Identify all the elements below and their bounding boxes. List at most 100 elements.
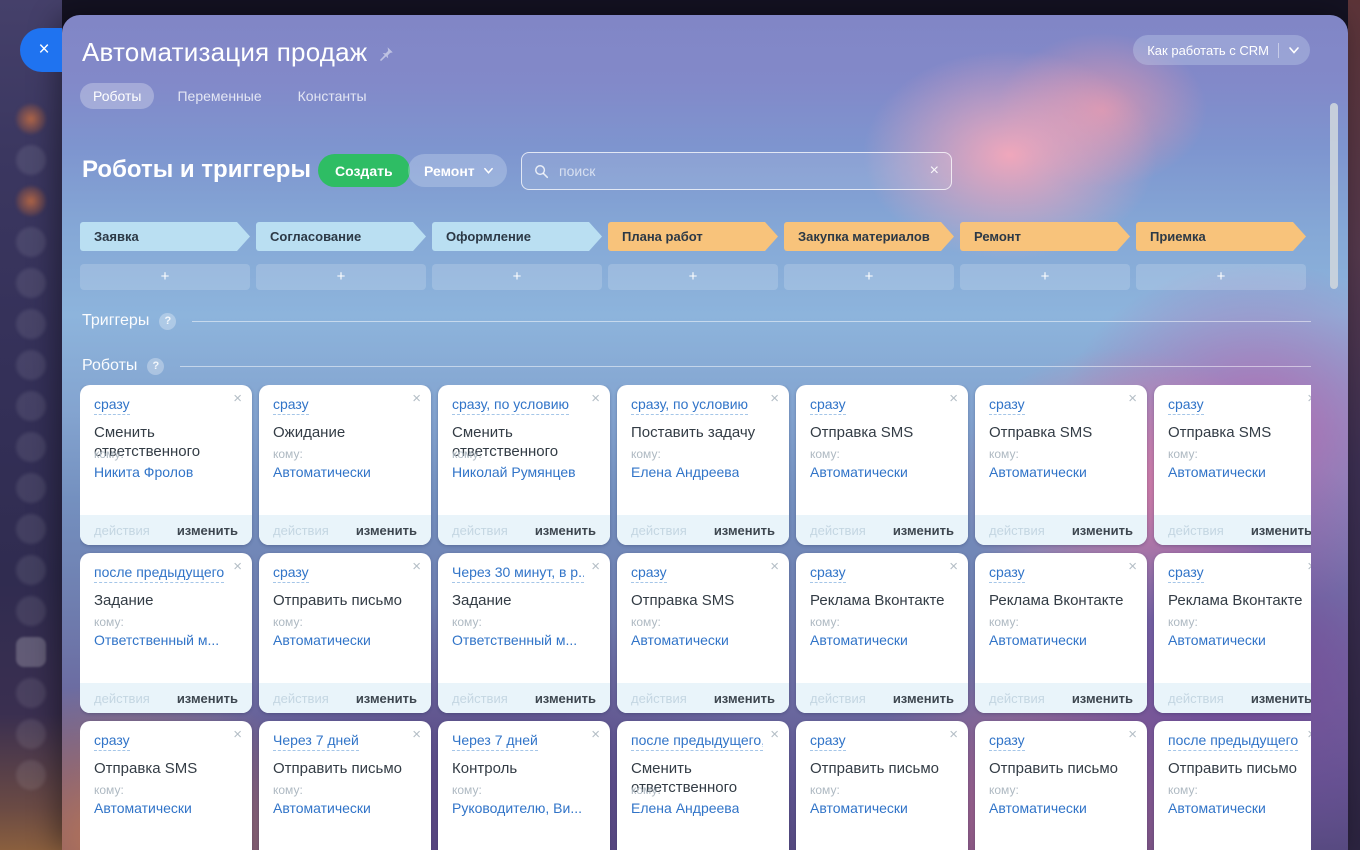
actions-button[interactable]: действия [631,691,687,706]
close-icon[interactable]: × [233,559,242,574]
actions-button[interactable]: действия [1168,523,1224,538]
question-icon[interactable]: ? [147,358,164,375]
recipient-link[interactable]: Автоматически [94,800,192,816]
edit-button[interactable]: изменить [714,523,775,538]
robot-trigger-link[interactable]: сразу [94,732,130,751]
actions-button[interactable]: действия [631,523,687,538]
tab-variables[interactable]: Переменные [164,83,274,109]
robot-trigger-link[interactable]: сразу [989,396,1025,415]
recipient-link[interactable]: Николай Румянцев [452,464,576,480]
edit-button[interactable]: изменить [535,523,596,538]
recipient-link[interactable]: Автоматически [810,800,908,816]
close-icon[interactable]: × [1128,391,1137,406]
sidebar-icon[interactable] [16,391,46,421]
robot-trigger-link[interactable]: сразу [989,732,1025,751]
create-button[interactable]: Создать [318,154,410,187]
add-robot-button[interactable]: + [608,264,778,290]
sidebar-icon[interactable] [16,514,46,544]
actions-button[interactable]: действия [989,691,1045,706]
close-icon[interactable]: × [591,391,600,406]
robot-trigger-link[interactable]: сразу [1168,396,1204,415]
sidebar-icon[interactable] [16,678,46,708]
sidebar-icon[interactable] [16,432,46,462]
actions-button[interactable]: действия [989,523,1045,538]
close-icon[interactable]: × [949,559,958,574]
recipient-link[interactable]: Автоматически [989,632,1087,648]
close-icon[interactable]: × [412,391,421,406]
edit-button[interactable]: изменить [1072,523,1133,538]
edit-button[interactable]: изменить [356,523,417,538]
recipient-link[interactable]: Елена Андреева [631,464,739,480]
sidebar-icon[interactable] [16,719,46,749]
robot-trigger-link[interactable]: сразу, по условию [452,396,569,415]
recipient-link[interactable]: Автоматически [810,464,908,480]
robot-trigger-link[interactable]: после предыдущего,... [631,732,763,751]
recipient-link[interactable]: Автоматически [273,464,371,480]
actions-button[interactable]: действия [273,523,329,538]
close-icon[interactable]: × [412,727,421,742]
close-icon[interactable]: × [770,559,779,574]
sidebar-icon-active[interactable] [16,637,46,667]
edit-button[interactable]: изменить [1072,691,1133,706]
question-icon[interactable]: ? [159,313,176,330]
recipient-link[interactable]: Автоматически [1168,800,1266,816]
robot-trigger-link[interactable]: сразу [1168,564,1204,583]
close-icon[interactable]: × [1128,559,1137,574]
close-icon[interactable]: × [949,391,958,406]
edit-button[interactable]: изменить [714,691,775,706]
sidebar-icon[interactable] [16,145,46,175]
robot-trigger-link[interactable]: сразу [631,564,667,583]
add-robot-button[interactable]: + [960,264,1130,290]
add-robot-button[interactable]: + [80,264,250,290]
sidebar-icon[interactable] [16,473,46,503]
sidebar-icon[interactable] [16,227,46,257]
recipient-link[interactable]: Елена Андреева [631,800,739,816]
tab-robots[interactable]: Роботы [80,83,154,109]
funnel-filter-dropdown[interactable]: Ремонт [408,154,507,187]
edit-button[interactable]: изменить [893,523,954,538]
close-icon[interactable]: × [233,391,242,406]
sidebar-icon[interactable] [16,350,46,380]
add-robot-button[interactable]: + [256,264,426,290]
edit-button[interactable]: изменить [356,691,417,706]
close-icon[interactable]: × [770,727,779,742]
robot-trigger-link[interactable]: Через 30 минут, в р... [452,564,584,583]
actions-button[interactable]: действия [273,691,329,706]
close-icon[interactable]: × [412,559,421,574]
recipient-link[interactable]: Автоматически [273,800,371,816]
recipient-link[interactable]: Автоматически [273,632,371,648]
close-icon[interactable]: × [770,391,779,406]
recipient-link[interactable]: Автоматически [1168,632,1266,648]
recipient-link[interactable]: Руководителю, Ви... [452,800,582,816]
robot-trigger-link[interactable]: сразу [810,564,846,583]
recipient-link[interactable]: Автоматически [631,632,729,648]
recipient-link[interactable]: Автоматически [1168,464,1266,480]
stage-zakupka[interactable]: Закупка материалов [784,222,954,251]
actions-button[interactable]: действия [1168,691,1224,706]
stage-zayavka[interactable]: Заявка [80,222,250,251]
robot-trigger-link[interactable]: Через 7 дней [452,732,538,751]
close-icon[interactable]: × [591,559,600,574]
close-icon[interactable]: × [1128,727,1137,742]
robot-trigger-link[interactable]: сразу [810,396,846,415]
close-icon[interactable]: × [591,727,600,742]
actions-button[interactable]: действия [94,523,150,538]
tab-constants[interactable]: Константы [285,83,380,109]
robot-trigger-link[interactable]: сразу [94,396,130,415]
robot-trigger-link[interactable]: Через 7 дней [273,732,359,751]
search-input[interactable] [557,162,922,180]
recipient-link[interactable]: Автоматически [810,632,908,648]
close-icon[interactable]: × [949,727,958,742]
stage-soglasovanie[interactable]: Согласование [256,222,426,251]
close-icon[interactable]: × [1307,559,1311,574]
edit-button[interactable]: изменить [893,691,954,706]
scrollbar-thumb[interactable] [1330,103,1338,289]
clear-search-icon[interactable]: × [930,163,939,179]
robot-trigger-link[interactable]: сразу [989,564,1025,583]
chevron-down-icon[interactable] [1288,44,1300,56]
robot-trigger-link[interactable]: сразу [273,396,309,415]
close-slider-button[interactable]: × [20,28,62,72]
add-robot-button[interactable]: + [784,264,954,290]
stage-plan-rabot[interactable]: Плана работ [608,222,778,251]
stage-priemka[interactable]: Приемка [1136,222,1306,251]
